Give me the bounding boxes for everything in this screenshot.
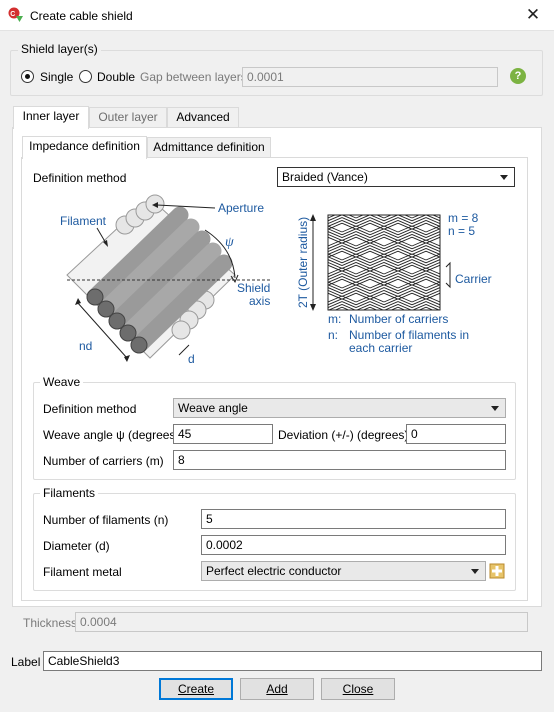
add-button-label: Add (266, 682, 288, 696)
carriers-label: Number of carriers (m) (43, 454, 164, 468)
filament-count-input[interactable]: 5 (201, 509, 506, 529)
tab-advanced[interactable]: Advanced (167, 107, 239, 128)
chevron-down-icon (471, 569, 479, 574)
weave-angle-input[interactable]: 45 (173, 424, 273, 444)
double-radio[interactable] (79, 70, 92, 83)
weave-angle-label: Weave angle ψ (degrees) (43, 428, 180, 442)
filament-metal-label: Filament metal (43, 565, 122, 579)
d-callout: d (188, 352, 195, 366)
diameter-input[interactable]: 0.0002 (201, 535, 506, 555)
double-label[interactable]: Double (97, 70, 135, 84)
create-button-label: Create (177, 682, 215, 696)
shield-layers-label: Shield layer(s) (18, 42, 101, 56)
create-button[interactable]: Create (159, 678, 233, 700)
shield-axis-callout-2: axis (249, 294, 270, 308)
n-key: n: (328, 328, 338, 342)
thickness-label: Thickness (23, 616, 78, 630)
tab-admittance-definition[interactable]: Admittance definition (147, 137, 271, 158)
window-title: Create cable shield (30, 9, 133, 23)
weave-method-select[interactable]: Weave angle (173, 398, 506, 418)
definition-method-label: Definition method (33, 171, 127, 185)
label-input[interactable]: CableShield3 (43, 651, 542, 671)
aperture-callout: Aperture (218, 201, 264, 215)
definition-method-select[interactable]: Braided (Vance) (277, 167, 515, 187)
close-button-label: Close (342, 682, 374, 696)
m-key: m: (328, 312, 341, 326)
carriers-input[interactable]: 8 (173, 450, 506, 470)
thickness-input[interactable]: 0.0004 (75, 612, 528, 632)
weave-group-label: Weave (40, 375, 84, 389)
tab-outer-layer[interactable]: Outer layer (89, 107, 167, 128)
diameter-label: Diameter (d) (43, 539, 110, 553)
cadfeko-icon: C (8, 7, 24, 23)
chevron-down-icon (491, 406, 499, 411)
gap-between-layers-label: Gap between layers (140, 70, 247, 84)
deviation-label: Deviation (+/-) (degrees) (278, 428, 409, 442)
definition-method-value: Braided (Vance) (282, 170, 368, 184)
n-description-line2: each carrier (349, 341, 412, 355)
add-metal-icon[interactable] (489, 563, 505, 579)
radio-selected-dot (25, 74, 30, 79)
psi-callout: ψ (225, 235, 234, 250)
tab-inner-layer[interactable]: Inner layer (13, 106, 89, 129)
filaments-group-label: Filaments (40, 486, 99, 500)
weave-method-label: Definition method (43, 402, 137, 416)
deviation-input[interactable]: 0 (406, 424, 506, 444)
svg-text:C: C (10, 11, 15, 18)
braid-pattern-diagram: 2T (Outer radius) m = 8 n = 5 Carrier m:… (298, 211, 492, 355)
carrier-label: Carrier (455, 272, 492, 286)
add-button[interactable]: Add (240, 678, 314, 700)
help-icon[interactable]: ? (510, 68, 526, 84)
single-radio[interactable] (21, 70, 34, 83)
chevron-down-icon (500, 175, 508, 180)
filament-count-label: Number of filaments (n) (43, 513, 169, 527)
window-close-button[interactable]: ✕ (518, 4, 548, 26)
n-description-line1: Number of filaments in (349, 328, 469, 342)
m-description: Number of carriers (349, 312, 448, 326)
gap-between-layers-input[interactable]: 0.0001 (242, 67, 498, 87)
close-button[interactable]: Close (321, 678, 395, 700)
filament-callout: Filament (60, 214, 107, 228)
filament-metal-select[interactable]: Perfect electric conductor (201, 561, 486, 581)
outer-radius-label: 2T (Outer radius) (298, 217, 310, 308)
braid-filament-diagram: Filament Aperture ψ Shield axis nd d (60, 194, 270, 366)
label-field-label: Label (11, 655, 41, 669)
filament-metal-value: Perfect electric conductor (206, 564, 342, 578)
tab-impedance-definition[interactable]: Impedance definition (22, 136, 147, 159)
n-equals-label: n = 5 (448, 224, 475, 238)
m-equals-label: m = 8 (448, 211, 479, 225)
nd-callout: nd (79, 339, 92, 353)
shield-axis-callout-1: Shield (237, 281, 270, 295)
single-label[interactable]: Single (40, 70, 73, 84)
weave-method-value: Weave angle (178, 401, 248, 415)
